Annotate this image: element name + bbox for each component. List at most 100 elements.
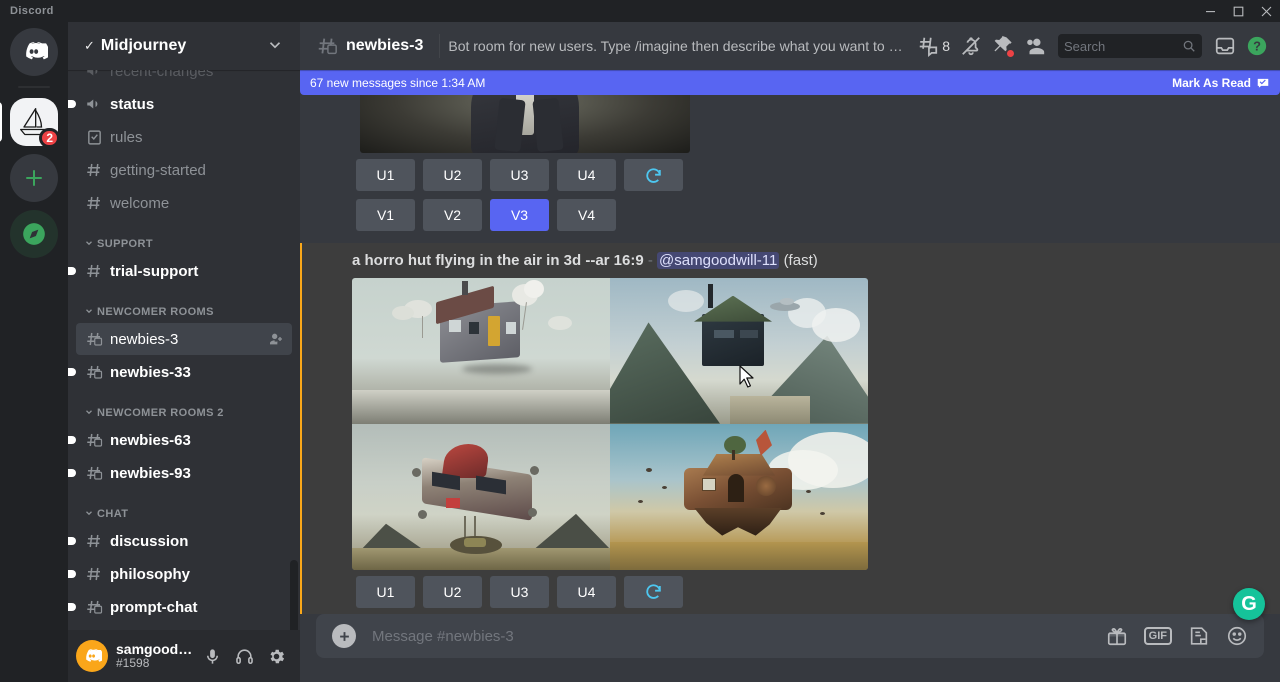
user-settings-button[interactable] <box>260 640 292 672</box>
search-input[interactable]: Search <box>1058 34 1202 58</box>
sticker-button[interactable] <box>1188 625 1210 647</box>
channel-group-chat-header[interactable]: CHAT <box>68 490 300 524</box>
message-input[interactable]: Message #newbies-3 <box>372 617 1106 656</box>
channel-recent-changes[interactable]: recent-changes <box>76 70 292 87</box>
channel-group-newcomer-rooms-2-header[interactable]: NEWCOMER ROOMS 2 <box>68 389 300 423</box>
reroll-button[interactable] <box>624 576 683 608</box>
channel-sidebar: ✓ Midjourney recent-changes <box>68 22 300 682</box>
gift-button[interactable] <box>1106 625 1128 647</box>
sidebar-item-discussion[interactable]: discussion <box>76 525 292 557</box>
inbox-button[interactable] <box>1210 30 1240 62</box>
rail-divider <box>18 86 50 88</box>
guild-header[interactable]: ✓ Midjourney <box>68 22 300 70</box>
channel-welcome[interactable]: welcome <box>76 187 292 219</box>
maximize-button[interactable] <box>1224 0 1252 22</box>
rail-item-server-midjourney[interactable]: 2 <box>10 98 58 146</box>
user-mention[interactable]: @samgoodwill-11 <box>657 252 779 269</box>
attach-file-button[interactable] <box>332 624 356 648</box>
channel-trial-support[interactable]: trial-support <box>76 255 292 287</box>
notifications-button[interactable] <box>956 30 986 62</box>
help-button[interactable]: ? <box>1242 30 1272 62</box>
channel-list[interactable]: recent-changes status rules <box>68 70 300 630</box>
message-attachment-partial[interactable] <box>360 95 690 153</box>
member-list-button[interactable] <box>1020 30 1050 62</box>
emoji-button[interactable] <box>1226 625 1248 647</box>
upscale-u2-button[interactable]: U2 <box>423 576 482 608</box>
channel-label: newbies-93 <box>110 465 284 482</box>
message-attachment-grid[interactable] <box>352 278 868 570</box>
reroll-button[interactable] <box>624 159 683 191</box>
title-bar: Discord <box>0 0 1280 22</box>
grid-image-4[interactable] <box>610 424 868 570</box>
explore-servers-button[interactable] <box>10 210 58 258</box>
channel-topic[interactable]: Bot room for new users. Type /imagine th… <box>448 38 905 54</box>
composer-area: Message #newbies-3 GIF <box>300 614 1280 682</box>
members-icon <box>1024 35 1046 57</box>
channel-getting-started[interactable]: getting-started <box>76 154 292 186</box>
add-server-button[interactable] <box>10 154 58 202</box>
sidebar-scrollbar[interactable] <box>290 560 298 630</box>
sidebar-item-philosophy[interactable]: philosophy <box>76 558 292 590</box>
channel-label: philosophy <box>110 566 284 583</box>
grid-image-3[interactable] <box>352 424 610 570</box>
close-button[interactable] <box>1252 0 1280 22</box>
group-label: CHAT <box>97 508 128 520</box>
variation-v2-button[interactable]: V2 <box>423 199 482 231</box>
channel-group-newcomer-rooms-header[interactable]: NEWCOMER ROOMS <box>68 288 300 322</box>
channel-group-support-header[interactable]: SUPPORT <box>68 220 300 254</box>
message-group-current: a horro hut flying in the air in 3d --ar… <box>300 243 1280 614</box>
minimize-icon <box>1205 6 1216 17</box>
active-server-pill <box>0 102 2 142</box>
hash-icon <box>84 531 104 551</box>
user-info[interactable]: samgoodw... #1598 <box>116 642 196 671</box>
channel-label: recent-changes <box>110 70 284 80</box>
upscale-u2-button[interactable]: U2 <box>423 159 482 191</box>
discord-logo-icon <box>82 646 102 666</box>
mark-as-read-button[interactable]: Mark As Read <box>1172 76 1270 90</box>
add-members-icon[interactable] <box>268 331 284 347</box>
refresh-icon <box>644 166 663 185</box>
plus-icon <box>24 168 44 188</box>
variation-v4-button[interactable]: V4 <box>557 199 616 231</box>
rail-item-add-server[interactable] <box>10 154 58 202</box>
svg-text:?: ? <box>1253 39 1261 54</box>
chevron-down-icon <box>266 36 284 57</box>
upscale-u1-button[interactable]: U1 <box>356 576 415 608</box>
discord-window: Discord <box>0 0 1280 682</box>
message-action-buttons-current: U1 U2 U3 U4 V1 V2 V3 V4 <box>352 570 1264 614</box>
sidebar-item-newbies-63[interactable]: newbies-63 <box>76 424 292 456</box>
sidebar-item-newbies-93[interactable]: newbies-93 <box>76 457 292 489</box>
upscale-u4-button[interactable]: U4 <box>557 159 616 191</box>
deafen-button[interactable] <box>228 640 260 672</box>
message-composer[interactable]: Message #newbies-3 GIF <box>316 614 1264 658</box>
threads-button[interactable]: 8 <box>913 30 954 62</box>
channel-status[interactable]: status <box>76 88 292 120</box>
pinned-messages-button[interactable] <box>988 30 1018 62</box>
message-list[interactable]: U1 U2 U3 U4 V1 V2 V3 V4 <box>300 70 1280 614</box>
variation-button-row: V1 V2 V3 V4 <box>356 199 1264 231</box>
chevron-down-icon <box>84 238 94 250</box>
variation-v3-button[interactable]: V3 <box>490 199 549 231</box>
grid-image-2[interactable] <box>610 278 868 424</box>
rail-item-discord-home[interactable] <box>10 28 58 76</box>
new-messages-banner[interactable]: 67 new messages since 1:34 AM Mark As Re… <box>300 70 1280 95</box>
upscale-u1-button[interactable]: U1 <box>356 159 415 191</box>
grid-image-1[interactable] <box>352 278 610 424</box>
search-placeholder: Search <box>1064 39 1182 54</box>
rail-item-explore-servers[interactable] <box>10 210 58 258</box>
sidebar-item-prompt-chat[interactable]: prompt-chat <box>76 591 292 623</box>
mute-button[interactable] <box>196 640 228 672</box>
avatar[interactable] <box>76 640 108 672</box>
upscale-u3-button[interactable]: U3 <box>490 159 549 191</box>
thread-hash-icon <box>84 597 104 617</box>
minimize-button[interactable] <box>1196 0 1224 22</box>
channel-rules[interactable]: rules <box>76 121 292 153</box>
sidebar-item-newbies-3[interactable]: newbies-3 <box>76 323 292 355</box>
gif-button[interactable]: GIF <box>1144 627 1172 645</box>
grammarly-badge[interactable]: G <box>1233 588 1265 620</box>
upscale-u4-button[interactable]: U4 <box>557 576 616 608</box>
variation-v1-button[interactable]: V1 <box>356 199 415 231</box>
discord-home-button[interactable] <box>10 28 58 76</box>
upscale-u3-button[interactable]: U3 <box>490 576 549 608</box>
sidebar-item-newbies-33[interactable]: newbies-33 <box>76 356 292 388</box>
